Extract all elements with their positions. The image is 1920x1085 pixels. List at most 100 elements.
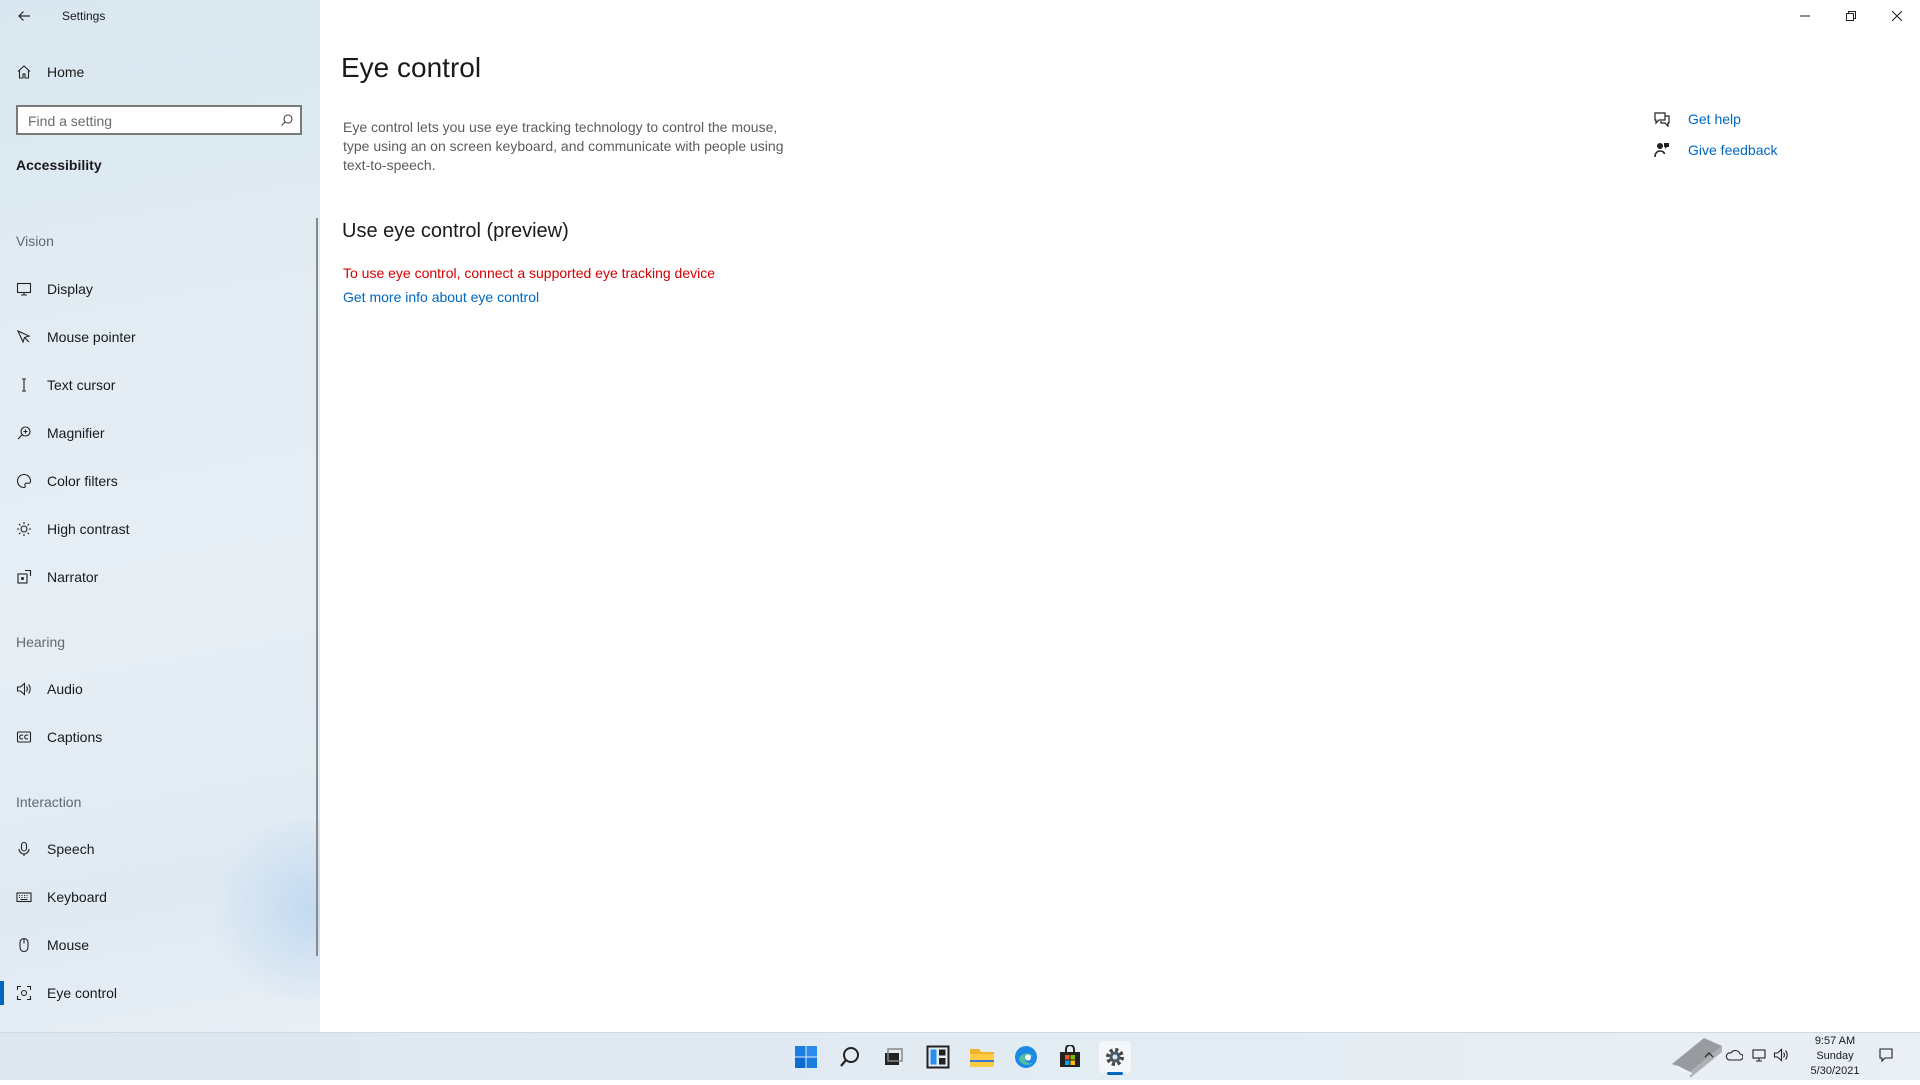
- nav-text-cursor[interactable]: Text cursor: [0, 365, 316, 405]
- nav-mouse[interactable]: Mouse: [0, 925, 316, 965]
- eye-control-icon: [15, 984, 33, 1002]
- task-view-button[interactable]: [877, 1041, 909, 1073]
- nav-speech[interactable]: Speech: [0, 829, 316, 869]
- section-header-vision: Vision: [16, 233, 54, 249]
- active-app-indicator: [1107, 1072, 1123, 1075]
- search-box[interactable]: [16, 105, 302, 135]
- text-cursor-icon: [15, 376, 33, 394]
- nav-eye-control-label: Eye control: [47, 985, 118, 1001]
- nav-mouse-pointer-label: Mouse pointer: [47, 329, 136, 345]
- nav-mouse-pointer[interactable]: Mouse pointer: [0, 317, 316, 357]
- nav-display[interactable]: Display: [0, 269, 316, 309]
- network-icon[interactable]: [1750, 1046, 1768, 1064]
- sidebar: Settings Home Accessibility Vision Displ…: [0, 0, 320, 1032]
- nav-eye-control[interactable]: Eye control: [0, 973, 316, 1013]
- monitor-icon: [15, 280, 33, 298]
- nav-text-cursor-label: Text cursor: [47, 377, 116, 393]
- nav-high-contrast[interactable]: High contrast: [0, 509, 316, 549]
- taskbar-clock[interactable]: 9:57 AM Sunday 5/30/2021: [1790, 1034, 1880, 1079]
- nav-narrator[interactable]: Narrator: [0, 557, 316, 597]
- section-title: Use eye control (preview): [342, 220, 569, 242]
- nav-audio[interactable]: Audio: [0, 669, 316, 709]
- settings-icon: [1106, 1048, 1124, 1066]
- nav-color-filters[interactable]: Color filters: [0, 461, 316, 501]
- minimize-button[interactable]: [1782, 0, 1828, 32]
- microphone-icon: [15, 840, 33, 858]
- taskbar-search-button[interactable]: [834, 1041, 866, 1073]
- nav-captions-label: Captions: [47, 729, 103, 745]
- file-explorer-button[interactable]: [966, 1041, 998, 1073]
- nav-high-contrast-label: High contrast: [47, 521, 130, 537]
- title-bar: Settings: [0, 0, 320, 32]
- get-help-icon: [1652, 109, 1672, 129]
- sidebar-scrollbar[interactable]: [316, 218, 318, 956]
- page-description: Eye control lets you use eye tracking te…: [343, 119, 784, 173]
- mouse-icon: [15, 936, 33, 954]
- nav-magnifier[interactable]: Magnifier: [0, 413, 316, 453]
- restore-button[interactable]: [1828, 0, 1874, 32]
- store-icon: [1060, 1045, 1080, 1067]
- back-arrow-icon: [18, 11, 30, 21]
- task-view-icon: [885, 1048, 903, 1065]
- magnifier-icon: [15, 424, 33, 442]
- nav-home[interactable]: Home: [0, 52, 316, 92]
- edge-button[interactable]: [1010, 1041, 1042, 1073]
- category-title: Accessibility: [16, 157, 102, 173]
- restore-icon: [1846, 11, 1856, 21]
- nav-home-label: Home: [47, 64, 85, 80]
- close-button[interactable]: [1874, 0, 1920, 32]
- home-icon: [15, 63, 33, 81]
- mouse-pointer-icon: [15, 328, 33, 346]
- nav-magnifier-label: Magnifier: [47, 425, 105, 441]
- app-title: Settings: [62, 9, 106, 23]
- back-button[interactable]: [12, 4, 36, 28]
- give-feedback-icon: [1652, 140, 1672, 160]
- edge-icon: [1015, 1046, 1037, 1068]
- volume-icon[interactable]: [1772, 1046, 1790, 1064]
- onedrive-icon[interactable]: [1725, 1046, 1743, 1064]
- search-icon: [840, 1047, 859, 1067]
- clock-time: 9:57 AM: [1814, 1035, 1856, 1047]
- minimize-icon: [1800, 15, 1810, 17]
- nav-narrator-label: Narrator: [47, 569, 99, 585]
- nav-audio-label: Audio: [47, 681, 83, 697]
- section-header-hearing: Hearing: [16, 634, 66, 650]
- widgets-icon: [926, 1045, 950, 1069]
- nav-color-filters-label: Color filters: [47, 473, 118, 489]
- color-filters-icon: [15, 472, 33, 490]
- store-button[interactable]: [1054, 1041, 1086, 1073]
- taskbar: [0, 1032, 1920, 1080]
- high-contrast-icon: [15, 520, 33, 538]
- nav-mouse-label: Mouse: [47, 937, 90, 953]
- give-feedback-link[interactable]: Give feedback: [1688, 142, 1778, 158]
- nav-captions[interactable]: Captions: [0, 717, 316, 757]
- chevron-up-icon[interactable]: [1700, 1046, 1718, 1064]
- settings-taskbar-button[interactable]: [1099, 1041, 1131, 1073]
- close-icon: [1892, 11, 1902, 21]
- more-info-link[interactable]: Get more info about eye control: [343, 289, 539, 305]
- give-feedback-row[interactable]: Give feedback: [1652, 138, 1778, 162]
- captions-icon: [15, 728, 33, 746]
- speaker-icon: [15, 680, 33, 698]
- window-controls: [1782, 0, 1920, 32]
- keyboard-icon: [15, 888, 33, 906]
- page-title: Eye control: [341, 52, 482, 83]
- search-input[interactable]: [26, 112, 270, 130]
- nav-keyboard-label: Keyboard: [47, 889, 107, 905]
- device-error-message: To use eye control, connect a supported …: [343, 265, 715, 281]
- section-header-interaction: Interaction: [16, 794, 82, 810]
- get-help-row[interactable]: Get help: [1652, 107, 1741, 131]
- narrator-icon: [15, 568, 33, 586]
- search-icon[interactable]: [280, 113, 294, 127]
- start-button[interactable]: [790, 1041, 822, 1073]
- nav-speech-label: Speech: [47, 841, 95, 857]
- clock-date: 5/30/2021: [1810, 1065, 1860, 1077]
- start-icon: [795, 1046, 817, 1068]
- file-explorer-icon: [970, 1049, 994, 1067]
- nav-display-label: Display: [47, 281, 93, 297]
- notifications-icon[interactable]: [1877, 1046, 1895, 1064]
- nav-keyboard[interactable]: Keyboard: [0, 877, 316, 917]
- widgets-button[interactable]: [922, 1041, 954, 1073]
- get-help-link[interactable]: Get help: [1688, 111, 1741, 127]
- clock-day: Sunday: [1816, 1050, 1854, 1062]
